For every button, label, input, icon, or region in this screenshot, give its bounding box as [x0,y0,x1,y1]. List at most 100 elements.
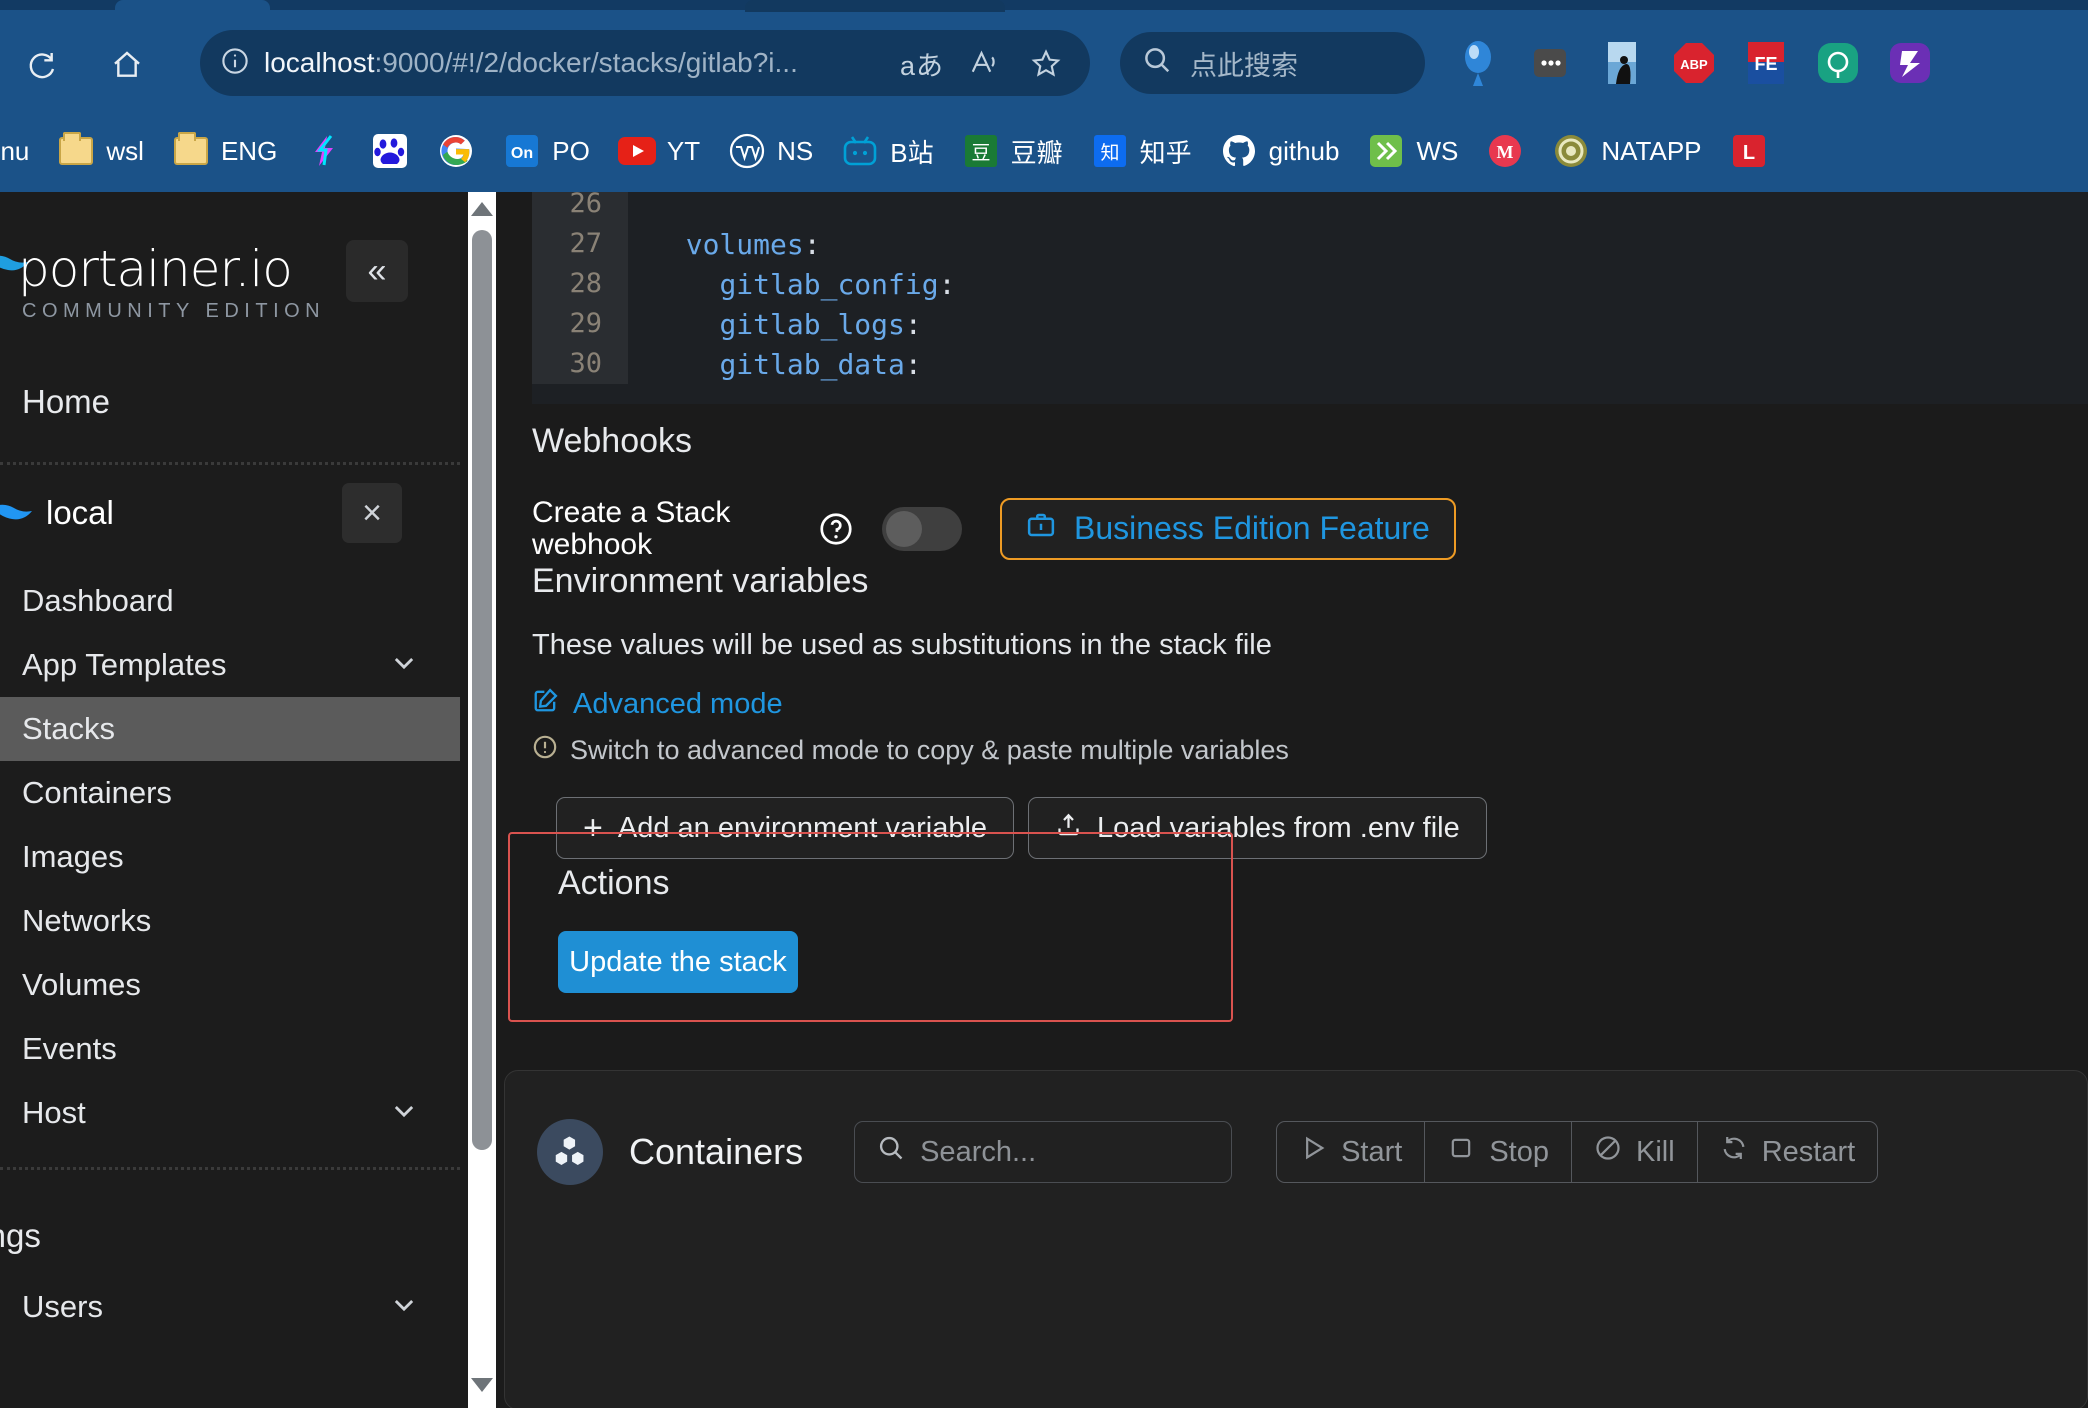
webhook-label: Create a Stack webhook [532,496,731,561]
bookmark-item-yt[interactable]: YT [604,126,714,176]
bookmark-label: ENG [220,135,278,166]
onenote-icon: On [503,132,541,170]
sidebar-item-networks[interactable]: Networks [0,889,460,953]
question-circle-icon[interactable] [814,507,858,551]
stop-label: Stop [1489,1135,1550,1168]
sidebar-item-volumes[interactable]: Volumes [0,953,460,1017]
bookmark-item-github[interactable]: github [1206,126,1354,176]
sidebar-item-dashboard[interactable]: Dashboard [0,569,460,633]
webhook-toggle[interactable] [882,506,962,551]
ext-chat-icon[interactable] [1815,40,1861,86]
advanced-mode-note-text: Switch to advanced mode to copy & paste … [570,735,1289,765]
sidebar-item-users[interactable]: Users [0,1274,460,1340]
bookmark-label: 豆瓣 [1010,137,1063,168]
bookmark-item-bilibili[interactable]: B站 [827,126,947,176]
ext-balloon-icon[interactable] [1455,40,1501,86]
containers-search-placeholder: Search... [920,1135,1037,1168]
bookmark-item-wsl[interactable]: wsl [43,126,158,176]
site-info-icon[interactable] [220,46,250,81]
edit-square-icon [532,686,560,722]
main-content: 25 start_period: 5m 26 27 volumes: 28 gi… [496,192,2088,1408]
read-aloud-icon[interactable] [960,39,1008,87]
sidebar-item-stacks[interactable]: Stacks [0,697,460,761]
scroll-up-arrow[interactable] [468,194,496,224]
sidebar-item-label: Containers [22,775,172,810]
bookmark-item-ws[interactable]: WS [1353,126,1472,176]
restart-button[interactable]: Restart [1698,1122,1877,1182]
environment-selector[interactable]: local × [0,465,460,561]
cubes-icon [537,1119,603,1185]
kill-label: Kill [1636,1135,1675,1168]
ext-person-icon[interactable] [1599,40,1645,86]
bookmark-item-baidu[interactable] [357,126,423,176]
containers-search-input[interactable]: Search... [854,1121,1233,1183]
double-chevron-left-icon[interactable]: « [346,240,408,302]
bookmark-item-menu[interactable]: enu [0,130,43,173]
bookmark-item-google[interactable] [423,126,489,176]
bookmark-item-m[interactable]: M [1472,126,1538,176]
environment-variables-section: Environment variables These values will … [532,562,2032,859]
search-icon [1142,45,1172,82]
webhooks-section: Webhooks Create a Stack webhook Business… [532,422,2032,560]
sidebar-settings-header[interactable]: ttings [0,1198,460,1274]
bookmark-item-po[interactable]: On PO [489,126,604,176]
update-the-stack-button[interactable]: Update the stack [558,931,798,993]
bookmark-item-l[interactable]: L [1716,126,1782,176]
start-button[interactable]: Start [1277,1122,1426,1182]
bookmark-item-zhihu[interactable]: 知 知乎 [1077,126,1206,176]
bookmark-label: 知乎 [1139,137,1192,168]
kill-button[interactable]: Kill [1572,1122,1698,1182]
address-bar[interactable]: localhost:9000/#!/2/docker/stacks/gitlab… [200,30,1090,96]
bookmark-item-eng[interactable]: ENG [158,126,291,176]
close-icon[interactable]: × [342,483,402,543]
advanced-mode-link[interactable]: Advanced mode [532,686,2032,722]
business-edition-label: Business Edition Feature [1074,510,1430,546]
exclamation-circle-icon [532,734,558,767]
svg-text:On: On [511,145,533,162]
scroll-down-arrow[interactable] [468,1370,496,1400]
l-icon: L [1730,132,1768,170]
code-line: 27 volumes: [532,224,2088,264]
environment-name: local [46,494,114,531]
ext-abp-icon[interactable]: ABP [1671,40,1717,86]
sidebar-item-app-templates[interactable]: App Templates [0,633,460,697]
code-line: 26 [532,192,2088,224]
business-edition-feature-button[interactable]: Business Edition Feature [1000,497,1456,560]
stack-file-editor[interactable]: 25 start_period: 5m 26 27 volumes: 28 gi… [532,192,2088,404]
bookmark-item-lightning[interactable] [291,126,357,176]
portainer-app: portainer.io COMMUNITY EDITION « Home lo… [0,192,2088,1408]
m-icon: M [1486,132,1524,170]
sidebar-item-images[interactable]: Images [0,825,460,889]
url-path: :9000/#!/2/docker/stacks/gitlab?i... [374,47,798,78]
reload-icon[interactable] [14,38,68,92]
code-line: 29 gitlab_logs: [532,304,2088,344]
sidebar-settings-section: ttings Users [0,1198,460,1340]
webhooks-title: Webhooks [532,422,693,460]
extensions-row: ABP FE [1455,30,1933,96]
search-bar[interactable]: 点此搜索 [1120,32,1425,94]
home-icon[interactable] [100,38,154,92]
ext-purple-icon[interactable] [1887,40,1933,86]
star-icon[interactable] [1022,39,1070,87]
start-label: Start [1341,1135,1403,1168]
tab-strip [0,0,2088,12]
restart-label: Restart [1761,1135,1856,1168]
bookmark-item-natapp[interactable]: NATAPP [1538,126,1715,176]
sidebar-item-containers[interactable]: Containers [0,761,460,825]
ext-dots-icon[interactable] [1527,40,1573,86]
portainer-logo[interactable]: portainer.io COMMUNITY EDITION « [0,192,460,342]
folder-icon [172,132,210,170]
bookmarks-bar: enu wsl ENG On PO [0,110,2088,192]
webhook-toggle-row: Create a Stack webhook Business Edition … [532,497,2032,560]
line-number: 27 [532,224,628,264]
stop-button[interactable]: Stop [1425,1122,1573,1182]
bookmark-item-douban[interactable]: 豆 豆瓣 [948,126,1077,176]
bookmark-item-ns[interactable]: NS [714,126,827,176]
sidebar-item-host[interactable]: Host [0,1081,460,1145]
browser-toolbar: localhost:9000/#!/2/docker/stacks/gitlab… [0,10,2088,110]
scroll-thumb[interactable] [472,230,492,1150]
ext-fe-icon[interactable]: FE [1743,40,1789,86]
sidebar-item-home[interactable]: Home [0,342,460,462]
translate-icon[interactable]: aあ [898,39,946,87]
sidebar-item-events[interactable]: Events [0,1017,460,1081]
